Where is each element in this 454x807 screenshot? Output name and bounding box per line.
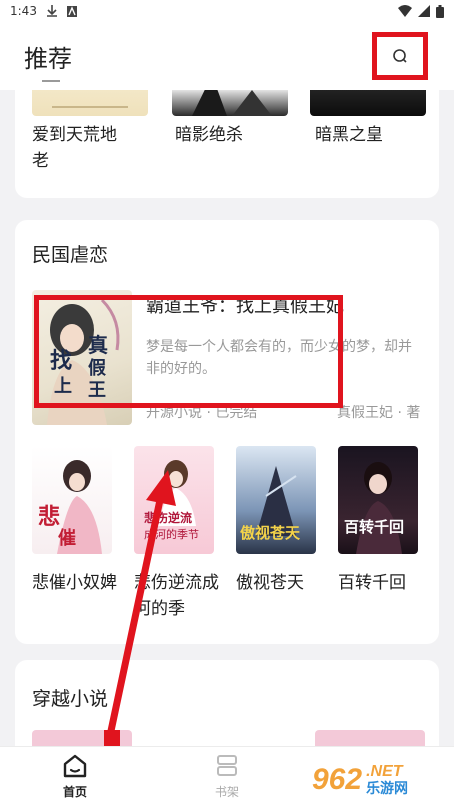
search-button[interactable] (372, 32, 428, 80)
book-title[interactable]: 傲视苍天 (236, 570, 326, 596)
book-cover[interactable]: 百转千回 (338, 446, 418, 554)
section-title: 穿越小说 (32, 688, 109, 710)
feature-book-author: 真假王妃 · 著 (337, 405, 421, 421)
bookshelf-icon[interactable] (214, 753, 240, 779)
nav-item-home[interactable]: 首页 (30, 753, 120, 800)
section-card: 民国虐恋 真 假 王 找 上 霸道王爷：找上真假王妃 梦是每一个人都会有的，而少… (15, 220, 439, 644)
book-title[interactable]: 爱到天荒地老 (32, 122, 132, 174)
watermark-cn: 乐游网 (366, 780, 409, 796)
svg-text:催: 催 (58, 527, 76, 549)
section-card: 穿越小说 (15, 660, 439, 746)
search-icon[interactable] (392, 48, 408, 64)
section-title: 民国虐恋 (32, 244, 109, 266)
book-title[interactable]: 暗黑之皇 (315, 122, 383, 148)
book-cover[interactable]: 悲 催 (32, 446, 112, 554)
watermark-number: 962 (312, 763, 363, 796)
watermark-logo: 962 .NET 乐游网 (312, 755, 454, 805)
book-title[interactable]: 悲催小奴婢 (32, 570, 122, 596)
book-cover[interactable] (315, 730, 425, 746)
nav-label: 首页 (62, 785, 87, 799)
signal-icon (418, 5, 430, 17)
book-cover[interactable] (32, 730, 132, 746)
svg-text:成河的季节: 成河的季节 (144, 527, 199, 541)
download-icon (46, 5, 57, 17)
book-title[interactable]: 百转千回 (338, 570, 428, 596)
wifi-icon (398, 5, 412, 17)
watermark-suffix: .NET (366, 763, 403, 780)
svg-text:悲伤逆流: 悲伤逆流 (144, 510, 192, 525)
status-bar: 1:43 (0, 0, 454, 22)
book-title[interactable]: 暗影绝杀 (175, 122, 243, 148)
header: 推荐 (0, 22, 454, 90)
content-scroll[interactable]: 爱到天荒地老 暗影绝杀 暗黑之皇 民国虐恋 真 假 王 找 上 霸道王爷：找上真… (0, 90, 454, 746)
home-icon[interactable] (62, 753, 88, 779)
a-icon (66, 5, 77, 17)
book-row-card: 爱到天荒地老 暗影绝杀 暗黑之皇 (15, 90, 439, 198)
page-title: 推荐 (24, 44, 72, 73)
book-cover[interactable] (32, 90, 148, 116)
status-time: 1:43 (10, 4, 37, 18)
battery-icon (436, 4, 444, 18)
book-cover[interactable] (310, 90, 426, 116)
svg-text:傲视苍天: 傲视苍天 (240, 524, 301, 542)
tab-indicator (42, 80, 60, 82)
nav-item-bookshelf[interactable]: 书架 (182, 753, 272, 800)
annotation-highlight-box (34, 295, 343, 408)
svg-text:百转千回: 百转千回 (344, 518, 404, 536)
book-cover[interactable]: 悲伤逆流 成河的季节 (134, 446, 214, 554)
svg-text:悲: 悲 (38, 504, 60, 530)
nav-label: 书架 (214, 785, 239, 799)
book-cover[interactable]: 傲视苍天 (236, 446, 316, 554)
book-cover[interactable] (172, 90, 288, 116)
book-title[interactable]: 悲伤逆流成河的季 (134, 570, 224, 622)
